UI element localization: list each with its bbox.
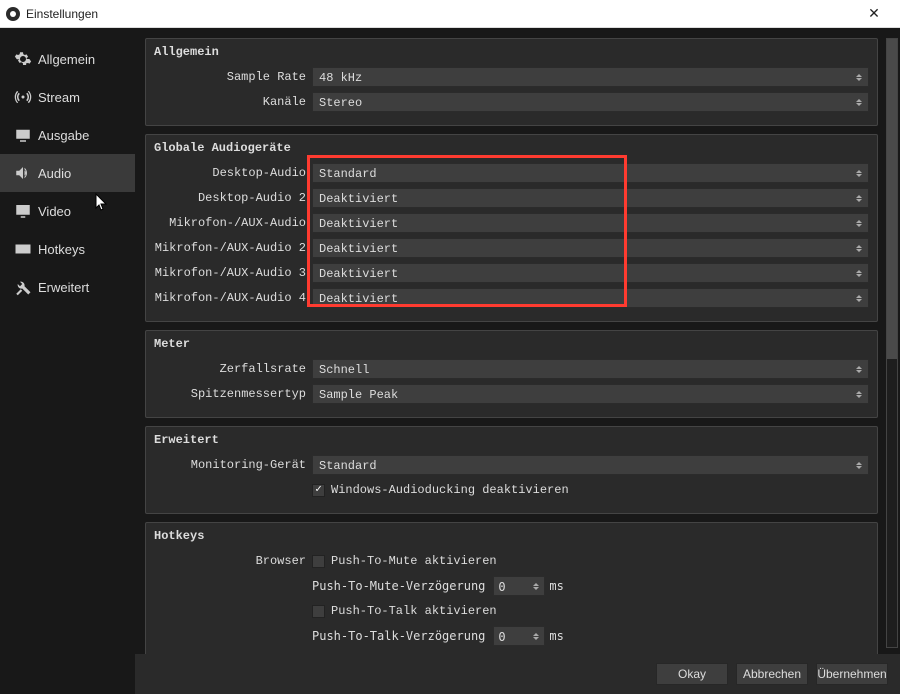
select-mic-aux-2[interactable]: Deaktiviert — [312, 238, 869, 258]
select-kanaele[interactable]: Stereo — [312, 92, 869, 112]
monitor-icon — [14, 202, 38, 220]
settings-content: Allgemein Sample Rate 48 kHz Kanäle Ster… — [135, 28, 900, 654]
label: Mikrofon-/AUX-Audio — [154, 216, 312, 230]
check-icon — [312, 605, 325, 618]
output-icon — [14, 126, 38, 144]
sidebar-item-erweitert[interactable]: Erweitert — [0, 268, 135, 306]
spinner-icon — [852, 360, 866, 378]
label-zerfallsrate: Zerfallsrate — [154, 362, 312, 376]
sidebar-item-allgemein[interactable]: Allgemein — [0, 40, 135, 78]
spinner-icon — [852, 93, 866, 111]
sidebar-item-label: Allgemein — [38, 52, 95, 67]
spinner-icon — [852, 264, 866, 282]
scrollbar[interactable] — [886, 38, 898, 648]
check-icon — [312, 484, 325, 497]
hotkey-group-browser: Browser — [154, 554, 312, 568]
label-monitoring: Monitoring-Gerät — [154, 458, 312, 472]
select-monitoring-geraet[interactable]: Standard — [312, 455, 869, 475]
sidebar-item-label: Stream — [38, 90, 80, 105]
sidebar-item-label: Ausgabe — [38, 128, 89, 143]
spinner-icon — [852, 189, 866, 207]
spinner-icon — [852, 214, 866, 232]
section-title: Hotkeys — [154, 529, 869, 543]
sidebar: Allgemein Stream Ausgabe Audio Video — [0, 28, 135, 694]
select-mic-aux[interactable]: Deaktiviert — [312, 213, 869, 233]
footer: Okay Abbrechen Übernehmen — [135, 654, 900, 694]
section-meter: Meter ZerfallsrateSchnell Spitzenmessert… — [145, 330, 878, 418]
section-title: Globale Audiogeräte — [154, 141, 869, 155]
select-desktop-audio-2[interactable]: Deaktiviert — [312, 188, 869, 208]
spinner-icon — [852, 164, 866, 182]
sidebar-item-audio[interactable]: Audio — [0, 154, 135, 192]
spinner-icon — [530, 627, 542, 645]
section-title: Allgemein — [154, 45, 869, 59]
titlebar: Einstellungen ✕ — [0, 0, 900, 28]
check-icon — [312, 555, 325, 568]
app-icon — [6, 7, 20, 21]
label: Desktop-Audio — [154, 166, 312, 180]
label: Mikrofon-/AUX-Audio 4 — [154, 291, 312, 305]
label-kanaele: Kanäle — [154, 95, 312, 109]
sidebar-item-label: Erweitert — [38, 280, 89, 295]
label-ptm-delay: Push-To-Mute-Verzögerung — [312, 579, 485, 593]
section-hotkeys: Hotkeys Browser Push-To-Mute aktivieren … — [145, 522, 878, 654]
label: Mikrofon-/AUX-Audio 3 — [154, 266, 312, 280]
section-globale-audiogeraete: Globale Audiogeräte Desktop-AudioStandar… — [145, 134, 878, 322]
select-spitzenmessertyp[interactable]: Sample Peak — [312, 384, 869, 404]
sidebar-item-video[interactable]: Video — [0, 192, 135, 230]
select-sample-rate[interactable]: 48 kHz — [312, 67, 869, 87]
gear-icon — [14, 50, 38, 68]
window-title: Einstellungen — [26, 7, 98, 21]
antenna-icon — [14, 88, 38, 106]
label-ptt-delay: Push-To-Talk-Verzögerung — [312, 629, 485, 643]
spinner-icon — [852, 385, 866, 403]
sidebar-item-label: Video — [38, 204, 71, 219]
ok-button[interactable]: Okay — [656, 663, 728, 685]
sidebar-item-hotkeys[interactable]: Hotkeys — [0, 230, 135, 268]
spinner-icon — [530, 577, 542, 595]
speaker-icon — [14, 164, 38, 182]
spinner-icon — [852, 456, 866, 474]
section-title: Erweitert — [154, 433, 869, 447]
input-ptm-delay[interactable]: 0 — [493, 576, 545, 596]
tools-icon — [14, 278, 38, 296]
label-spitzenmessertyp: Spitzenmessertyp — [154, 387, 312, 401]
label: Desktop-Audio 2 — [154, 191, 312, 205]
sidebar-item-label: Audio — [38, 166, 71, 181]
sidebar-item-ausgabe[interactable]: Ausgabe — [0, 116, 135, 154]
apply-button[interactable]: Übernehmen — [816, 663, 888, 685]
spinner-icon — [852, 289, 866, 307]
keyboard-icon — [14, 240, 38, 258]
spinner-icon — [852, 68, 866, 86]
label: Mikrofon-/AUX-Audio 2 — [154, 241, 312, 255]
scrollbar-thumb[interactable] — [887, 39, 897, 359]
checkbox-audioducking[interactable]: Windows-Audioducking deaktivieren — [312, 483, 869, 497]
close-icon[interactable]: ✕ — [854, 5, 894, 22]
cancel-button[interactable]: Abbrechen — [736, 663, 808, 685]
select-mic-aux-4[interactable]: Deaktiviert — [312, 288, 869, 308]
select-mic-aux-3[interactable]: Deaktiviert — [312, 263, 869, 283]
label-sample-rate: Sample Rate — [154, 70, 312, 84]
checkbox-ptm-enable[interactable]: Push-To-Mute aktivieren — [312, 554, 869, 568]
sidebar-item-stream[interactable]: Stream — [0, 78, 135, 116]
select-zerfallsrate[interactable]: Schnell — [312, 359, 869, 379]
section-erweitert: Erweitert Monitoring-GerätStandard Windo… — [145, 426, 878, 514]
select-desktop-audio[interactable]: Standard — [312, 163, 869, 183]
checkbox-ptt-enable[interactable]: Push-To-Talk aktivieren — [312, 604, 869, 618]
input-ptt-delay[interactable]: 0 — [493, 626, 545, 646]
section-allgemein: Allgemein Sample Rate 48 kHz Kanäle Ster… — [145, 38, 878, 126]
sidebar-item-label: Hotkeys — [38, 242, 85, 257]
section-title: Meter — [154, 337, 869, 351]
spinner-icon — [852, 239, 866, 257]
